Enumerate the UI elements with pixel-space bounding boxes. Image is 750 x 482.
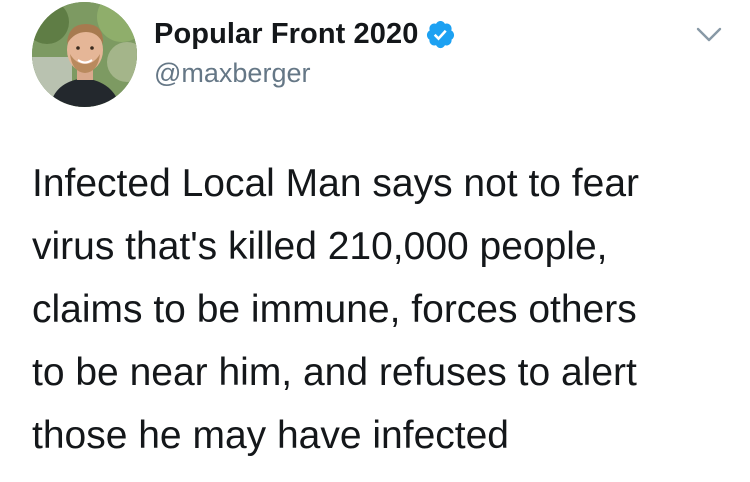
- tweet-card: Popular Front 2020 @maxberger Infected L…: [0, 0, 750, 482]
- chevron-down-icon[interactable]: [696, 26, 722, 44]
- display-name[interactable]: Popular Front 2020: [154, 18, 418, 51]
- verified-badge-icon: [425, 19, 456, 50]
- avatar[interactable]: [32, 2, 137, 107]
- user-handle[interactable]: @maxberger: [154, 58, 310, 89]
- name-row: Popular Front 2020: [154, 18, 456, 51]
- tweet-text: Infected Local Man says not to fear viru…: [32, 162, 640, 457]
- avatar-photo: [32, 2, 137, 107]
